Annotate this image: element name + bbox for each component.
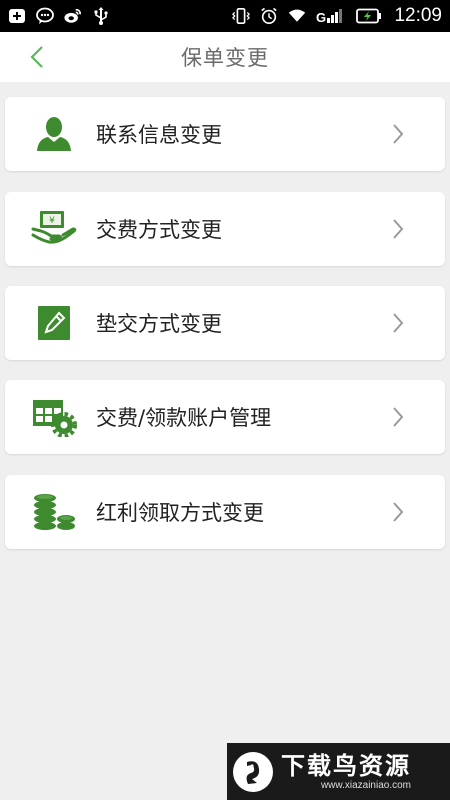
watermark-text: 下载鸟资源 www.xiazainiao.com (281, 752, 411, 791)
watermark-title: 下载鸟资源 (281, 752, 411, 780)
menu-item-advance-payment-method[interactable]: 垫交方式变更 (5, 286, 445, 360)
add-box-icon (8, 7, 26, 25)
chevron-right-icon (393, 313, 404, 333)
watermark-url: www.xiazainiao.com (320, 780, 411, 791)
menu-item-label: 联系信息变更 (96, 123, 222, 147)
menu-item-label: 交费/领款账户管理 (96, 406, 272, 430)
vibrate-icon (232, 7, 251, 25)
chevron-right-icon (393, 124, 404, 144)
back-button[interactable] (22, 42, 52, 72)
person-icon (31, 112, 77, 156)
svg-text:G: G (316, 10, 326, 25)
bird-logo-icon (233, 751, 273, 792)
status-bar-left (8, 7, 110, 25)
menu-item-account-management[interactable]: 交费/领款账户管理 (5, 380, 445, 454)
page-title: 保单变更 (181, 46, 269, 70)
menu-item-payment-method[interactable]: ¥ 交费方式变更 (5, 192, 445, 266)
edit-note-icon (31, 301, 77, 345)
menu-item-label: 交费方式变更 (96, 218, 222, 242)
menu-item-dividend-method[interactable]: 红利领取方式变更 (5, 475, 445, 549)
menu-item-label: 垫交方式变更 (96, 312, 222, 336)
clock-time: 12:09 (394, 5, 442, 26)
menu-item-label: 红利领取方式变更 (96, 501, 264, 525)
usb-icon (92, 7, 110, 25)
chevron-right-icon (393, 502, 404, 522)
chat-bubble-icon (36, 7, 54, 25)
title-bar: 保单变更 (0, 32, 450, 82)
watermark-banner: 下载鸟资源 www.xiazainiao.com (227, 743, 450, 800)
battery-charging-icon (356, 7, 382, 25)
wifi-icon (288, 7, 306, 25)
status-bar: G 12:09 (0, 0, 450, 32)
signal-icon: G (316, 7, 346, 25)
chevron-left-icon (30, 46, 43, 68)
table-gear-icon (31, 395, 77, 439)
svg-text:¥: ¥ (49, 216, 55, 226)
money-hand-icon: ¥ (31, 207, 77, 251)
chevron-right-icon (393, 407, 404, 427)
weibo-icon (64, 7, 82, 25)
menu-item-contact-info[interactable]: 联系信息变更 (5, 97, 445, 171)
alarm-icon (260, 7, 278, 25)
coin-stack-icon (31, 490, 77, 534)
chevron-right-icon (393, 219, 404, 239)
status-bar-right: G 12:09 (232, 5, 442, 27)
